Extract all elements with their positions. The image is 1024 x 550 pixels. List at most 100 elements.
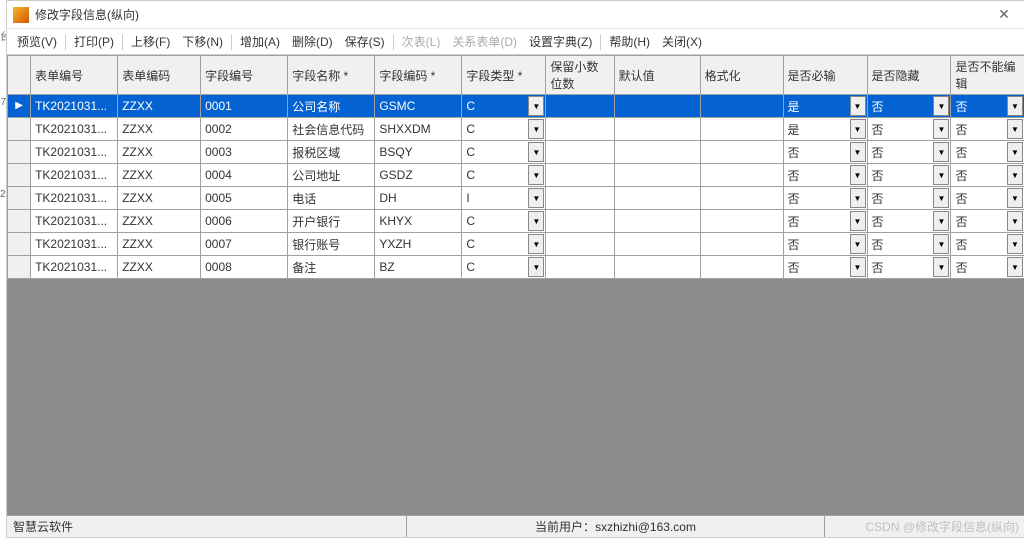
col-fieldCode[interactable]: 字段编码 *	[375, 56, 462, 95]
table-row[interactable]: TK2021031...ZZXX0002社会信息代码SHXXDMC▼是▼否▼否▼	[8, 118, 1024, 141]
cell-fieldNo[interactable]: 0006	[201, 210, 288, 233]
row-header[interactable]	[8, 187, 31, 210]
cell-defaultVal[interactable]	[614, 210, 700, 233]
col-format[interactable]: 格式化	[700, 56, 783, 95]
dropdown-icon[interactable]: ▼	[528, 188, 544, 208]
dropdown-icon[interactable]: ▼	[528, 96, 544, 116]
cell-hidden[interactable]: 否▼	[867, 95, 951, 118]
toolbar-下移n[interactable]: 下移(N)	[176, 33, 229, 50]
cell-defaultVal[interactable]	[614, 95, 700, 118]
dropdown-icon[interactable]: ▼	[1007, 142, 1023, 162]
cell-hidden[interactable]: 否▼	[867, 164, 951, 187]
cell-required[interactable]: 否▼	[783, 210, 867, 233]
cell-fieldType[interactable]: C▼	[462, 210, 546, 233]
cell-noedit[interactable]: 否▼	[951, 256, 1024, 279]
cell-decimals[interactable]	[546, 95, 614, 118]
cell-defaultVal[interactable]	[614, 187, 700, 210]
cell-decimals[interactable]	[546, 164, 614, 187]
cell-defaultVal[interactable]	[614, 118, 700, 141]
cell-noedit[interactable]: 否▼	[951, 210, 1024, 233]
dropdown-icon[interactable]: ▼	[528, 257, 544, 277]
dropdown-icon[interactable]: ▼	[850, 142, 866, 162]
cell-formCode[interactable]: ZZXX	[118, 141, 201, 164]
cell-fieldType[interactable]: C▼	[462, 164, 546, 187]
table-row[interactable]: TK2021031...ZZXX0004公司地址GSDZC▼否▼否▼否▼	[8, 164, 1024, 187]
dropdown-icon[interactable]: ▼	[528, 165, 544, 185]
cell-fieldName[interactable]: 备注	[288, 256, 375, 279]
cell-fieldType[interactable]: C▼	[462, 95, 546, 118]
cell-required[interactable]: 否▼	[783, 164, 867, 187]
cell-fieldNo[interactable]: 0002	[201, 118, 288, 141]
cell-fieldNo[interactable]: 0001	[201, 95, 288, 118]
toolbar-预览v[interactable]: 预览(V)	[11, 33, 63, 50]
cell-format[interactable]	[700, 233, 783, 256]
toolbar-关闭x[interactable]: 关闭(X)	[656, 33, 708, 50]
dropdown-icon[interactable]: ▼	[528, 142, 544, 162]
cell-formCode[interactable]: ZZXX	[118, 118, 201, 141]
cell-format[interactable]	[700, 141, 783, 164]
dropdown-icon[interactable]: ▼	[528, 119, 544, 139]
cell-required[interactable]: 是▼	[783, 118, 867, 141]
dropdown-icon[interactable]: ▼	[933, 142, 949, 162]
cell-hidden[interactable]: 否▼	[867, 210, 951, 233]
cell-fieldType[interactable]: C▼	[462, 233, 546, 256]
dropdown-icon[interactable]: ▼	[933, 96, 949, 116]
table-row[interactable]: TK2021031...ZZXX0003报税区域BSQYC▼否▼否▼否▼	[8, 141, 1024, 164]
close-icon[interactable]: ✕	[989, 6, 1019, 23]
cell-fieldCode[interactable]: GSMC	[375, 95, 462, 118]
data-grid[interactable]: 表单编号表单编码字段编号字段名称 *字段编码 *字段类型 *保留小数位数默认值格…	[7, 55, 1024, 515]
table-row[interactable]: TK2021031...ZZXX0007银行账号YXZHC▼否▼否▼否▼	[8, 233, 1024, 256]
cell-fieldName[interactable]: 社会信息代码	[288, 118, 375, 141]
row-header[interactable]: ▶	[8, 95, 31, 118]
cell-fieldNo[interactable]: 0008	[201, 256, 288, 279]
cell-noedit[interactable]: 否▼	[951, 141, 1024, 164]
cell-format[interactable]	[700, 118, 783, 141]
dropdown-icon[interactable]: ▼	[933, 211, 949, 231]
cell-format[interactable]	[700, 164, 783, 187]
cell-fieldType[interactable]: C▼	[462, 118, 546, 141]
cell-format[interactable]	[700, 210, 783, 233]
dropdown-icon[interactable]: ▼	[850, 234, 866, 254]
cell-formId[interactable]: TK2021031...	[31, 141, 118, 164]
cell-decimals[interactable]	[546, 141, 614, 164]
cell-decimals[interactable]	[546, 118, 614, 141]
cell-decimals[interactable]	[546, 233, 614, 256]
dropdown-icon[interactable]: ▼	[1007, 257, 1023, 277]
cell-formCode[interactable]: ZZXX	[118, 164, 201, 187]
col-formId[interactable]: 表单编号	[31, 56, 118, 95]
col-fieldType[interactable]: 字段类型 *	[462, 56, 546, 95]
cell-fieldNo[interactable]: 0003	[201, 141, 288, 164]
cell-decimals[interactable]	[546, 256, 614, 279]
cell-defaultVal[interactable]	[614, 164, 700, 187]
row-header[interactable]	[8, 233, 31, 256]
cell-fieldNo[interactable]: 0005	[201, 187, 288, 210]
cell-formCode[interactable]: ZZXX	[118, 95, 201, 118]
dropdown-icon[interactable]: ▼	[850, 165, 866, 185]
toolbar-保存s[interactable]: 保存(S)	[339, 33, 391, 50]
cell-decimals[interactable]	[546, 187, 614, 210]
dropdown-icon[interactable]: ▼	[1007, 119, 1023, 139]
cell-formId[interactable]: TK2021031...	[31, 256, 118, 279]
cell-fieldCode[interactable]: BSQY	[375, 141, 462, 164]
toolbar-增加a[interactable]: 增加(A)	[234, 33, 286, 50]
cell-fieldName[interactable]: 电话	[288, 187, 375, 210]
cell-defaultVal[interactable]	[614, 256, 700, 279]
cell-noedit[interactable]: 否▼	[951, 118, 1024, 141]
toolbar-删除d[interactable]: 删除(D)	[286, 33, 339, 50]
cell-fieldType[interactable]: C▼	[462, 141, 546, 164]
cell-noedit[interactable]: 否▼	[951, 187, 1024, 210]
cell-defaultVal[interactable]	[614, 233, 700, 256]
cell-noedit[interactable]: 否▼	[951, 233, 1024, 256]
cell-format[interactable]	[700, 95, 783, 118]
cell-formId[interactable]: TK2021031...	[31, 95, 118, 118]
dropdown-icon[interactable]: ▼	[933, 257, 949, 277]
cell-formCode[interactable]: ZZXX	[118, 256, 201, 279]
cell-fieldType[interactable]: I▼	[462, 187, 546, 210]
toolbar-上移f[interactable]: 上移(F)	[125, 33, 176, 50]
cell-required[interactable]: 否▼	[783, 233, 867, 256]
dropdown-icon[interactable]: ▼	[1007, 188, 1023, 208]
cell-hidden[interactable]: 否▼	[867, 118, 951, 141]
cell-defaultVal[interactable]	[614, 141, 700, 164]
dropdown-icon[interactable]: ▼	[1007, 165, 1023, 185]
cell-fieldName[interactable]: 公司地址	[288, 164, 375, 187]
